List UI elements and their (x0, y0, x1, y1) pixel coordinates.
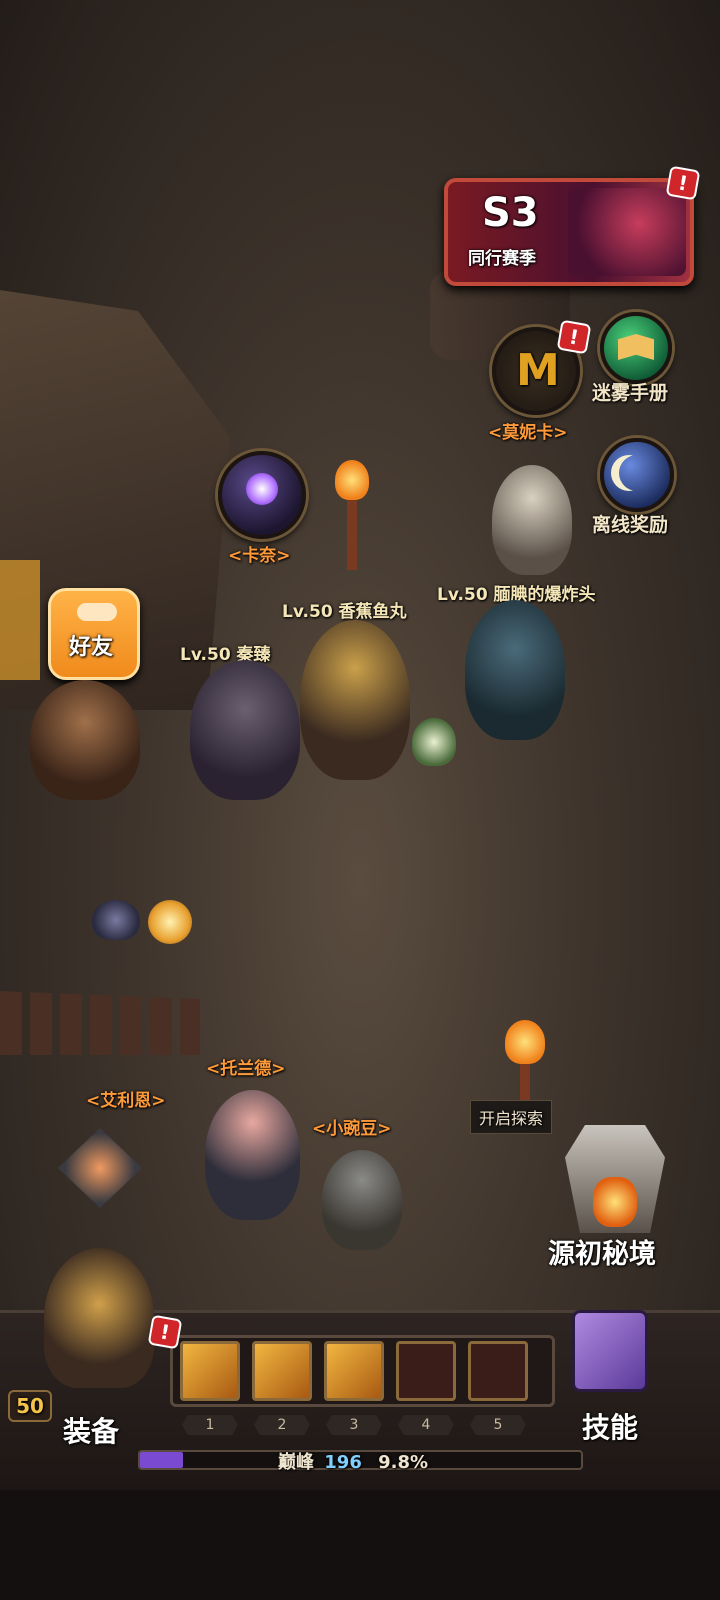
skill-slot-5[interactable] (468, 1341, 528, 1401)
glowing-orb-pickup[interactable] (148, 900, 192, 944)
offline-reward-label: 离线奖励 (592, 514, 669, 536)
slot-number-5: 5 (470, 1415, 526, 1435)
pet-cat (92, 900, 140, 940)
npc-tolande-name[interactable]: <托兰德> (206, 1054, 286, 1079)
npc-tolande-character[interactable] (205, 1090, 300, 1220)
player-name-1[interactable]: Lv.50 香蕉鱼丸 (282, 597, 407, 622)
player-character-helmet[interactable] (300, 620, 410, 780)
torch-1 (335, 460, 369, 570)
slot-number-1: 1 (182, 1415, 238, 1435)
peak-percent: 9.8% (378, 1452, 429, 1473)
slot-number-3: 3 (326, 1415, 382, 1435)
spellbook-icon (572, 1310, 648, 1392)
explore-portal-button[interactable] (565, 1095, 665, 1233)
equipment-label: 装备 (63, 1415, 120, 1448)
npc-pea-character[interactable] (322, 1150, 402, 1250)
slot-number-2: 2 (254, 1415, 310, 1435)
peak-value: 196 (324, 1452, 362, 1473)
season-banner[interactable]: S3 同行赛季 (444, 178, 694, 286)
hero-helmet-icon (44, 1248, 154, 1388)
monica-alert-badge: ! (556, 319, 592, 355)
pet-owl (412, 718, 456, 766)
explore-label: 源初秘境 (548, 1239, 656, 1270)
npc-monica-name[interactable]: <莫妮卡> (488, 418, 568, 443)
book-icon (618, 334, 654, 360)
monica-m-icon: M (516, 345, 560, 396)
explore-tooltip: 开启探索 (470, 1100, 553, 1134)
equipment-alert-badge: ! (147, 1314, 183, 1350)
skills-button[interactable] (560, 1300, 660, 1400)
season-alert-badge: ! (665, 165, 701, 201)
season-art (568, 188, 686, 276)
footer-ornament (0, 1490, 720, 1600)
season-label: 同行赛季 (468, 249, 536, 269)
game-scene: S3 同行赛季 ! 迷雾手册 M ! <莫妮卡> 离线奖励 <卡奈> 好友 Lv… (0, 0, 720, 1600)
npc-ellien-name[interactable]: <艾利恩> (86, 1086, 166, 1111)
slot-number-4: 4 (398, 1415, 454, 1435)
moon-icon (619, 455, 655, 491)
peak-xp-fill (140, 1452, 184, 1468)
friends-label: 好友 (69, 635, 114, 660)
skill-slot-2[interactable] (252, 1341, 312, 1401)
orb-icon (246, 473, 278, 505)
kana-button[interactable] (218, 451, 306, 539)
offline-reward-button[interactable] (600, 438, 674, 512)
building-window (0, 560, 40, 680)
peak-label-text: 巅峰 (278, 1452, 314, 1473)
portal-fire (593, 1177, 637, 1227)
skill-slot-3[interactable] (324, 1341, 384, 1401)
mist-manual-button[interactable] (600, 312, 672, 384)
player-level-badge: 50 (8, 1390, 52, 1422)
torch-2 (505, 1020, 545, 1110)
peak-label: 巅峰 196 9.8% (278, 1448, 428, 1474)
equipment-button[interactable] (28, 1228, 168, 1398)
npc-monica-character[interactable] (492, 465, 572, 575)
skills-label: 技能 (582, 1411, 639, 1444)
cloud-icon (77, 603, 117, 621)
mist-manual-label: 迷雾手册 (592, 382, 669, 404)
player-character-horned[interactable] (465, 600, 565, 740)
skill-slot-4[interactable] (396, 1341, 456, 1401)
fence-left (0, 991, 200, 1055)
npc-pea-name[interactable]: <小豌豆> (312, 1114, 392, 1139)
player-character-demon[interactable] (190, 660, 300, 800)
skill-slot-1[interactable] (180, 1341, 240, 1401)
npc-blacksmith-character[interactable] (30, 680, 140, 800)
npc-kana-name[interactable]: <卡奈> (228, 541, 291, 566)
season-code: S3 (482, 190, 539, 236)
friends-button[interactable]: 好友 (48, 588, 140, 680)
npc-ellien-marker[interactable] (58, 1128, 142, 1208)
